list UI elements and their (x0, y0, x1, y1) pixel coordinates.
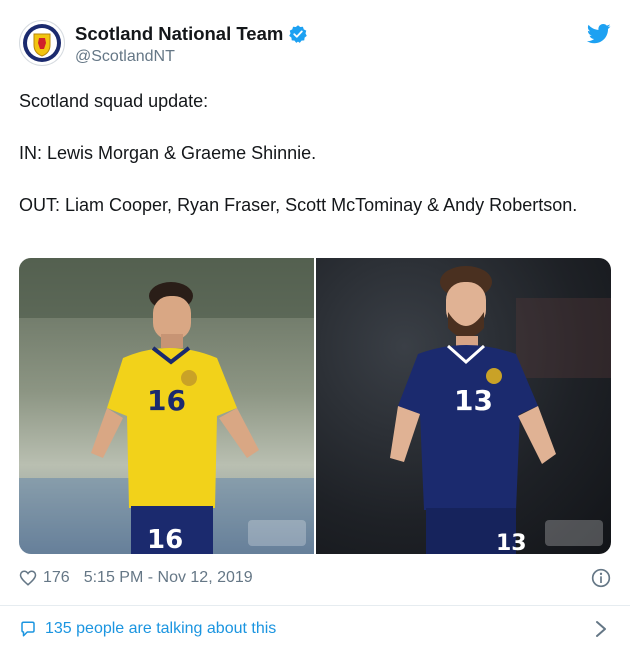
info-icon[interactable] (591, 568, 611, 588)
tweet-meta: 176 5:15 PM - Nov 12, 2019 (19, 566, 611, 590)
tweet-card: Scotland National Team @ScotlandNT Scotl… (0, 0, 630, 653)
tweet-line-out: OUT: Liam Cooper, Ryan Fraser, Scott McT… (19, 195, 578, 215)
shorts-number-navy: 13 (496, 531, 527, 554)
player-yellow-kit-image: 16 16 (19, 258, 314, 554)
photo-graeme-shinnie[interactable]: 13 13 (316, 258, 611, 554)
timestamp[interactable]: 5:15 PM - Nov 12, 2019 (84, 569, 253, 587)
verified-badge-icon (289, 25, 308, 43)
shorts-number-yellow: 16 (147, 525, 183, 554)
divider (0, 605, 630, 606)
tweet-text: Scotland squad update: IN: Lewis Morgan … (19, 88, 599, 218)
tweet-line-in: IN: Lewis Morgan & Graeme Shinnie. (19, 143, 317, 163)
shirt-number-navy: 13 (454, 384, 493, 417)
shirt-number-yellow: 16 (147, 384, 186, 417)
watermark-badge (545, 520, 603, 546)
display-name[interactable]: Scotland National Team (75, 23, 283, 45)
conversation-link[interactable]: 135 people are talking about this (19, 617, 611, 641)
player-navy-kit-image: 13 13 (390, 266, 611, 554)
heart-icon[interactable] (19, 569, 37, 587)
name-row: Scotland National Team (75, 23, 308, 45)
chevron-right-icon (596, 621, 606, 637)
comment-icon (21, 621, 35, 637)
scotland-crest-icon (23, 24, 61, 62)
tweet-header: Scotland National Team @ScotlandNT (19, 20, 611, 68)
watermark-badge (248, 520, 306, 546)
avatar[interactable] (19, 20, 65, 66)
tweet-line-intro: Scotland squad update: (19, 91, 209, 111)
handle[interactable]: @ScotlandNT (75, 48, 175, 66)
like-count[interactable]: 176 (43, 569, 70, 587)
conversation-label: 135 people are talking about this (45, 620, 277, 637)
media-grid: 16 16 13 13 (19, 258, 611, 554)
twitter-bird-icon[interactable] (587, 24, 611, 44)
photo-lewis-morgan[interactable]: 16 16 (19, 258, 314, 554)
